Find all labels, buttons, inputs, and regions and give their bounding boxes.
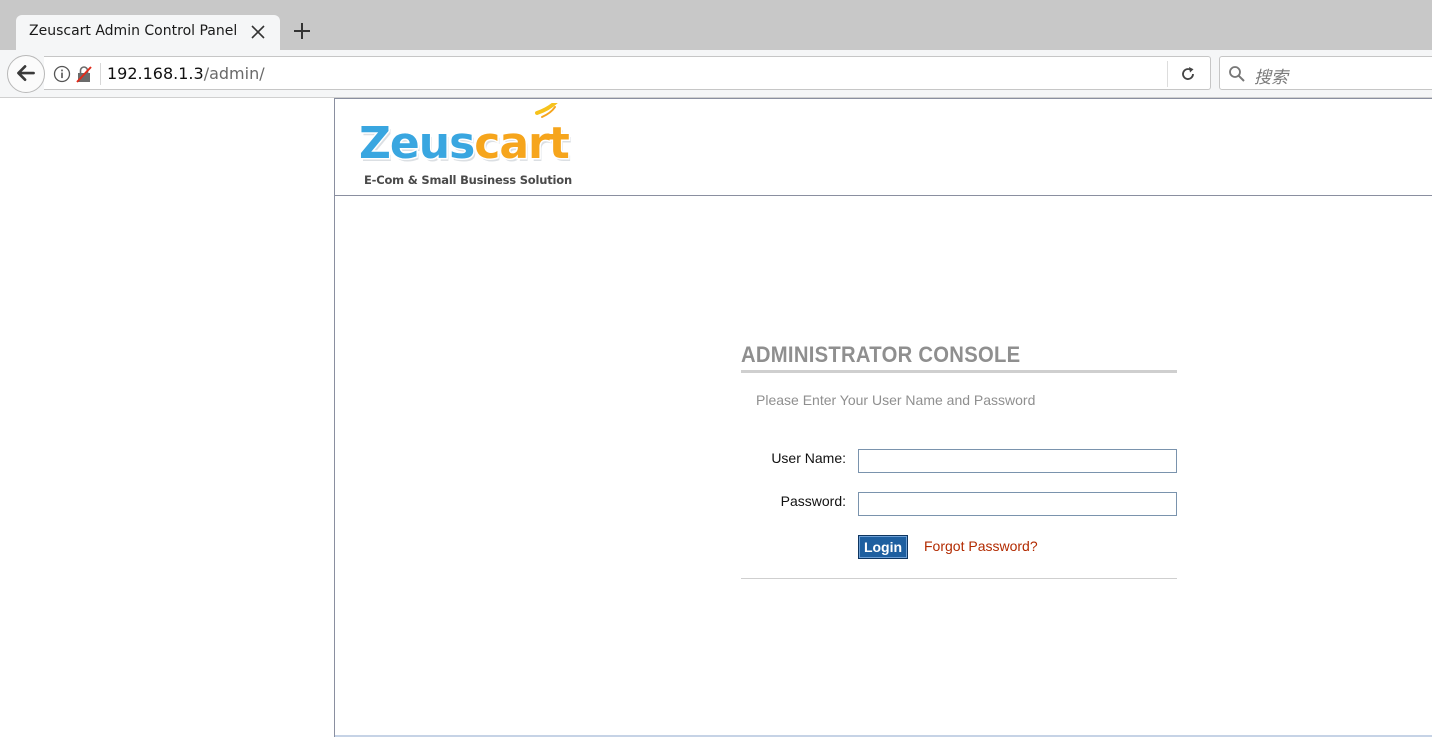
tab-bar: Zeuscart Admin Control Panel — [0, 0, 1432, 50]
reload-icon[interactable] — [1179, 65, 1197, 83]
search-icon — [1229, 66, 1245, 82]
console-title: ADMINISTRATOR CONSOLE — [741, 342, 1021, 367]
console-subtitle: Please Enter Your User Name and Password — [756, 392, 1036, 408]
header-divider — [335, 195, 1432, 196]
password-label: Password: — [780, 493, 846, 509]
username-label: User Name: — [771, 450, 846, 466]
bottom-divider — [741, 578, 1177, 579]
zeuscart-logo[interactable]: Zeuscart Zeuscart E-Com & Small Business… — [358, 99, 589, 187]
close-icon[interactable] — [250, 24, 266, 40]
logo-tagline: E-Com & Small Business Solution — [364, 173, 572, 187]
title-divider — [741, 370, 1177, 373]
tab-title: Zeuscart Admin Control Panel — [29, 23, 238, 39]
login-button[interactable]: Login — [858, 535, 908, 559]
navigation-bar: 192.168.1.3/admin/ 搜索 — [0, 50, 1432, 98]
svg-text:Zeuscart: Zeuscart — [359, 118, 570, 169]
reload-separator — [1167, 61, 1168, 87]
username-input[interactable] — [858, 449, 1177, 473]
plus-icon[interactable] — [292, 21, 312, 41]
back-button[interactable] — [7, 55, 45, 93]
search-placeholder: 搜索 — [1254, 68, 1288, 88]
back-arrow-icon — [17, 65, 35, 82]
insecure-lock-icon[interactable] — [75, 65, 93, 83]
password-input[interactable] — [858, 492, 1177, 516]
browser-tab[interactable]: Zeuscart Admin Control Panel — [16, 15, 280, 50]
logo-brand-part1: Zeus — [359, 118, 474, 169]
address-bar[interactable]: 192.168.1.3/admin/ — [44, 56, 1211, 90]
forgot-password-link[interactable]: Forgot Password? — [924, 538, 1038, 554]
info-icon[interactable] — [53, 65, 71, 83]
search-bar[interactable]: 搜索 — [1219, 56, 1432, 90]
logo-brand-part2: cart — [474, 118, 569, 169]
page-frame: Zeuscart Zeuscart E-Com & Small Business… — [334, 98, 1432, 737]
url-separator — [100, 63, 101, 85]
url-text[interactable]: 192.168.1.3/admin/ — [107, 64, 265, 83]
logo-graphic: Zeuscart Zeuscart — [358, 99, 573, 172]
url-path: /admin/ — [203, 64, 265, 83]
url-host: 192.168.1.3 — [107, 64, 204, 83]
